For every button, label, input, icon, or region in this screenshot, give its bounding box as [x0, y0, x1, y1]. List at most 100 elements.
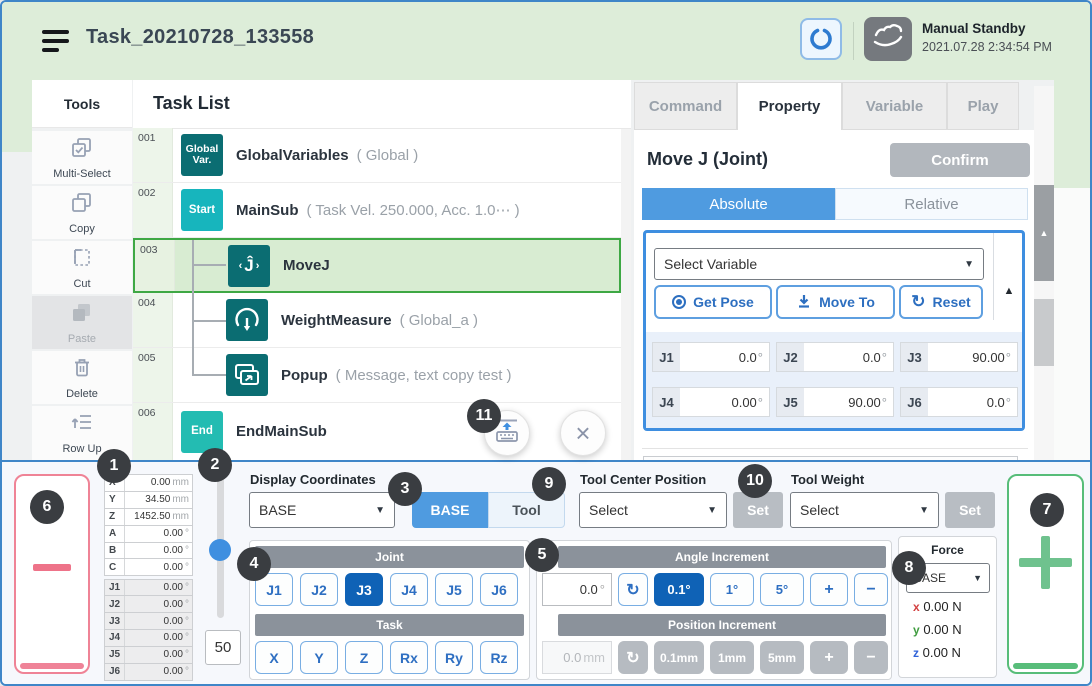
task-row-detail: ( Task Vel. 250.000, Acc. 1.0⋯ )	[307, 201, 520, 219]
pose-box-divider	[993, 233, 994, 320]
tool-paste: Paste	[32, 296, 132, 349]
joint-j5-field[interactable]: J590.00°	[776, 387, 894, 417]
move-to-button[interactable]: Move To	[776, 285, 895, 319]
close-jog-button[interactable]: ×	[560, 410, 606, 456]
tool-multi-select[interactable]: Multi-Select	[32, 131, 132, 184]
tool-center-position-dropdown[interactable]: Select ▼	[579, 492, 727, 528]
angle-preset-5-button[interactable]: 5°	[760, 573, 804, 606]
pose-row-c: C0.00°	[104, 559, 193, 576]
chevron-down-icon: ▼	[707, 505, 717, 516]
task-list-scrollbar[interactable]	[621, 129, 631, 460]
tree-connector-stub	[192, 320, 226, 322]
task-row-name: MainSub	[236, 202, 299, 219]
task-row-globalvariables[interactable]: 001 GlobalVar. GlobalVariables ( Global …	[133, 128, 621, 183]
task-row-name: EndMainSub	[236, 423, 327, 440]
position-reset-button: ↻	[618, 641, 648, 674]
speed-value-box[interactable]: 50	[205, 630, 241, 665]
jog-j4-button[interactable]: J4	[390, 573, 428, 606]
force-z-readout: z 0.00 N	[913, 645, 961, 660]
task-row-name: GlobalVariables	[236, 147, 349, 164]
angle-plus-button[interactable]: +	[810, 573, 848, 606]
tool-cut[interactable]: Cut	[32, 241, 132, 294]
angle-increment-input[interactable]: 0.0°	[542, 573, 612, 606]
jog-j5-button[interactable]: J5	[435, 573, 473, 606]
confirm-button[interactable]: Confirm	[890, 143, 1030, 177]
task-list-title: Task List	[153, 93, 230, 114]
angle-preset-01-button[interactable]: 0.1°	[654, 573, 704, 606]
gripper-icon	[808, 24, 834, 55]
start-icon: Start	[181, 189, 223, 231]
robot-status-label: Manual Standby	[922, 21, 1026, 36]
reset-icon: ↻	[911, 292, 925, 312]
joint-section-header: Joint	[255, 546, 524, 568]
jog-z-button[interactable]: Z	[345, 641, 383, 674]
angle-increment-header: Angle Increment	[558, 546, 886, 568]
display-coordinates-label: Display Coordinates	[250, 472, 376, 487]
display-coordinates-dropdown[interactable]: BASE ▼	[249, 492, 395, 528]
get-pose-button[interactable]: Get Pose	[654, 285, 772, 319]
speed-slider-knob[interactable]	[209, 539, 231, 561]
task-row-mainsub[interactable]: 002 Start MainSub ( Task Vel. 250.000, A…	[133, 183, 621, 238]
left-margin	[2, 80, 32, 152]
movej-icon: ‹Ĵ›	[228, 245, 270, 287]
right-margin-lower	[1054, 188, 1090, 460]
position-increment-input: 0.0mm	[542, 641, 612, 674]
section-divider	[642, 448, 1028, 449]
jog-rx-button[interactable]: Rx	[390, 641, 428, 674]
task-row-name: WeightMeasure	[281, 312, 392, 329]
tab-command[interactable]: Command	[634, 82, 737, 130]
row-number: 002	[138, 187, 156, 199]
joint-j1-field[interactable]: J10.0°	[652, 342, 770, 372]
property-scrollbar-up[interactable]: ▲	[1034, 185, 1054, 281]
callout-10: 10	[738, 464, 772, 498]
collapse-arrow[interactable]: ▲	[998, 282, 1020, 300]
right-margin	[1054, 80, 1090, 188]
chevron-down-icon: ▼	[375, 505, 385, 516]
chevron-down-icon: ▼	[973, 573, 982, 583]
task-row-detail: ( Message, text copy test )	[336, 367, 512, 384]
tool-copy[interactable]: Copy	[32, 186, 132, 239]
mode-relative-button[interactable]: Relative	[835, 188, 1028, 220]
tool-delete[interactable]: Delete	[32, 351, 132, 404]
jog-ry-button[interactable]: Ry	[435, 641, 473, 674]
angle-reset-button[interactable]: ↻	[618, 573, 648, 606]
joint-j4-field[interactable]: J40.00°	[652, 387, 770, 417]
gripper-button[interactable]	[800, 18, 842, 60]
jog-j2-button[interactable]: J2	[300, 573, 338, 606]
command-heading: Move J (Joint)	[647, 149, 768, 170]
jog-rz-button[interactable]: Rz	[480, 641, 518, 674]
tool-weight-set-button[interactable]: Set	[945, 492, 995, 528]
joint-j2-field[interactable]: J20.0°	[776, 342, 894, 372]
tool-weight-dropdown[interactable]: Select ▼	[790, 492, 939, 528]
reset-pose-button[interactable]: ↻ Reset	[899, 285, 983, 319]
jog-j6-button[interactable]: J6	[480, 573, 518, 606]
task-row-detail: ( Global_a )	[400, 312, 478, 329]
tree-connector-stub	[192, 374, 226, 376]
joint-j3-field[interactable]: J390.00°	[900, 342, 1018, 372]
reset-icon: ↻	[626, 648, 639, 668]
scroll-up-icon: ▲	[1040, 228, 1049, 238]
position-increment-header: Position Increment	[558, 614, 886, 636]
jog-x-button[interactable]: X	[255, 641, 293, 674]
pose-row-j2: J20.00°	[104, 596, 193, 613]
tool-weight-label: Tool Weight	[791, 472, 864, 487]
tab-variable[interactable]: Variable	[842, 82, 947, 130]
property-scrollbar-thumb[interactable]	[1034, 299, 1054, 366]
angle-minus-button[interactable]: −	[854, 573, 888, 606]
joint-j6-field[interactable]: J60.0°	[900, 387, 1018, 417]
get-pose-icon	[672, 295, 686, 309]
callout-1: 1	[97, 449, 131, 483]
variable-select-dropdown[interactable]: Select Variable ▼	[654, 248, 984, 280]
row-number: 001	[138, 132, 156, 144]
tab-play[interactable]: Play	[947, 82, 1019, 130]
jog-j3-button[interactable]: J3	[345, 573, 383, 606]
angle-preset-1-button[interactable]: 1°	[710, 573, 754, 606]
tab-property[interactable]: Property	[737, 82, 842, 130]
row-number: 005	[138, 352, 156, 364]
mode-absolute-button[interactable]: Absolute	[642, 188, 835, 220]
position-minus-button: −	[854, 641, 888, 674]
row-number: 006	[138, 407, 156, 419]
jog-y-button[interactable]: Y	[300, 641, 338, 674]
frame-base-button[interactable]: BASE	[412, 492, 488, 528]
manual-mode-button[interactable]	[864, 17, 912, 61]
